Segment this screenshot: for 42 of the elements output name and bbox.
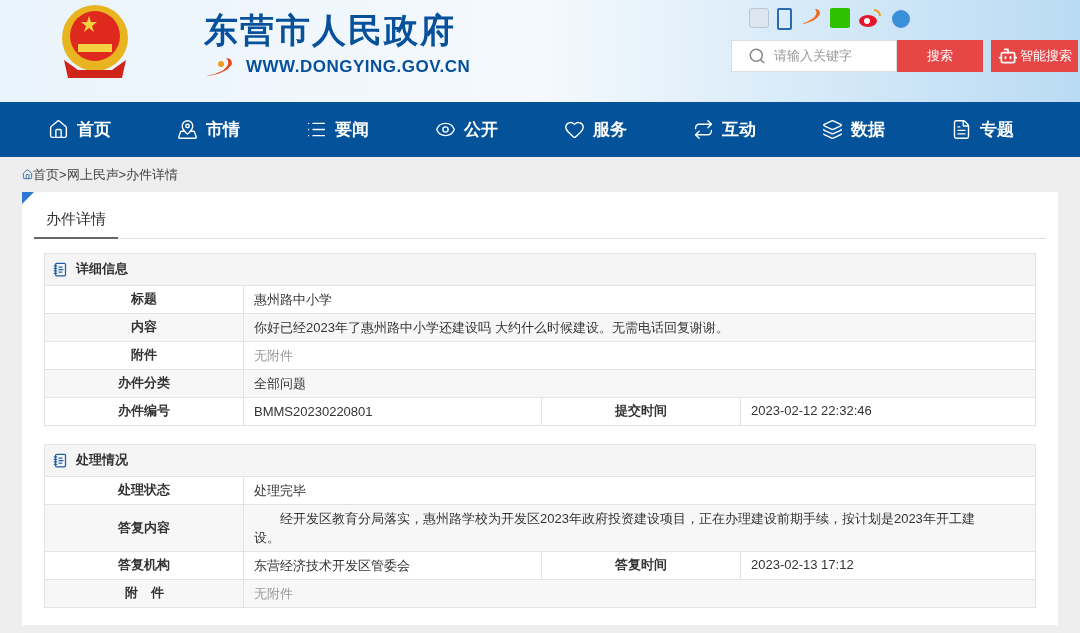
nav-item[interactable]: 互动 [693,116,822,143]
field-value: 惠州路中小学 [254,290,332,309]
field-label: 提交时间 [615,402,667,421]
field-value: 你好已经2023年了惠州路中小学还建设吗 大约什么时候建设。无需电话回复谢谢。 [254,318,729,337]
field-label: 办件编号 [118,402,170,421]
site-url: WWW.DONGYING.GOV.CN [246,56,471,78]
field-label: 附 件 [124,584,164,603]
nav-item[interactable]: 服务 [564,116,693,143]
field-label: 答复时间 [615,556,667,575]
nav-item[interactable]: 公开 [435,116,564,143]
page-tab[interactable]: 办件详情 [34,208,118,239]
nav-item[interactable]: 首页 [48,116,177,143]
field-value: 无附件 [254,584,293,603]
field-label: 附件 [131,346,157,365]
field-label: 标题 [131,290,157,309]
field-value: 东营经济技术开发区管委会 [254,556,410,575]
section-title: 详细信息 [76,260,128,279]
field-value: 2023-02-13 17:12 [751,556,854,575]
section-title: 处理情况 [76,451,128,470]
field-label: 处理状态 [118,481,170,500]
search-button[interactable]: 搜索 [897,40,983,72]
field-label: 内容 [131,318,157,337]
breadcrumb-link[interactable]: >网上民声 [59,164,119,185]
field-label: 答复机构 [118,556,170,575]
field-value: 经开发区教育分局落实，惠州路学校为开发区2023年政府投资建设项目，正在办理建设前期手续，按计划是2023年开工建设。 [254,509,976,547]
search-input[interactable]: 请输入关键字 [774,46,884,66]
field-value: BMMS20230220801 [254,402,373,421]
field-value: 处理完毕 [254,481,306,500]
field-label: 办件分类 [118,374,170,393]
smart-search-button[interactable]: 智能搜索 [991,40,1078,72]
site-title: 东营市人民政府 [204,10,457,51]
nav-item[interactable]: 专题 [951,116,1080,143]
field-value: 全部问题 [254,374,306,393]
nav-item[interactable]: 市情 [177,116,306,143]
search-field[interactable]: 请输入关键字 [731,40,897,72]
field-label: 答复内容 [118,518,170,537]
breadcrumb-link[interactable]: >办件详情 [118,164,179,185]
nav-item[interactable]: 要闻 [306,116,435,143]
field-value: 无附件 [254,346,293,365]
breadcrumb-link[interactable]: 首页 [33,164,59,185]
nav-item[interactable]: 数据 [822,116,951,143]
field-value: 2023-02-12 22:32:46 [751,402,872,421]
